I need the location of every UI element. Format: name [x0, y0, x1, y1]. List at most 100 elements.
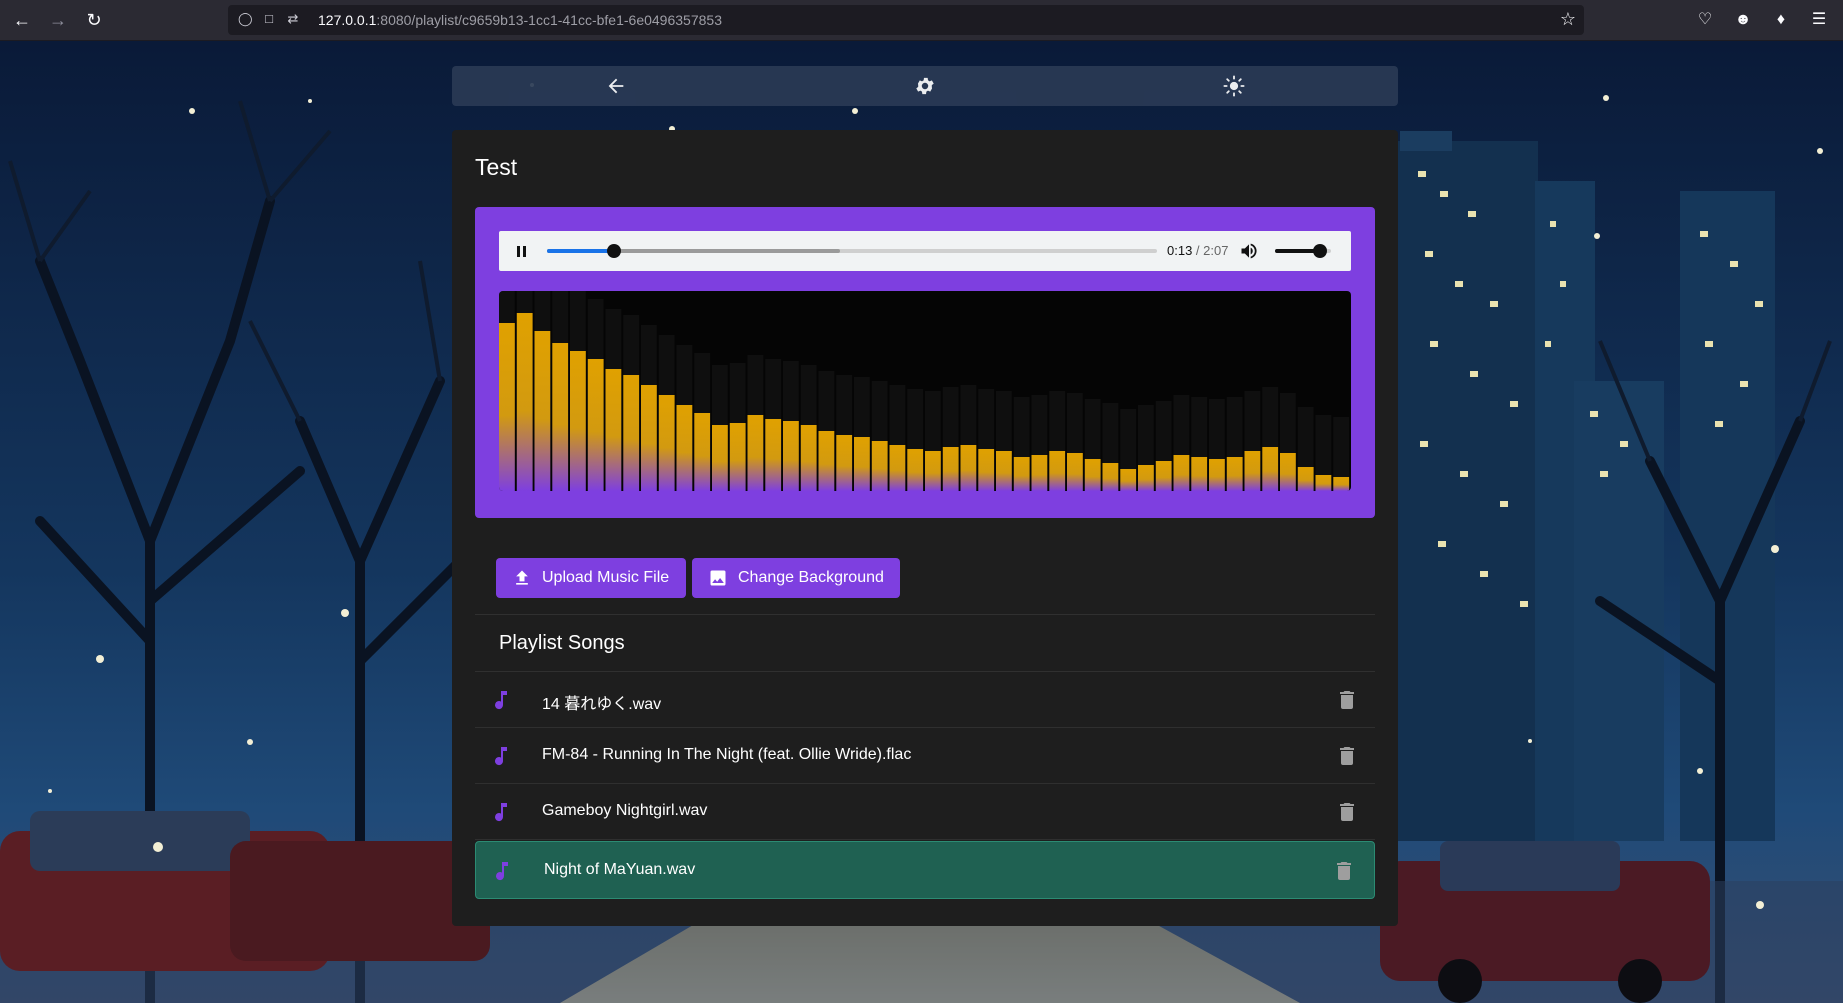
trash-icon[interactable]: [1335, 688, 1359, 712]
visualizer-bar: [587, 359, 604, 491]
visualizer-bar: [996, 451, 1012, 491]
menu-icon[interactable]: ☰: [1807, 8, 1831, 32]
upload-music-button[interactable]: Upload Music File: [496, 558, 686, 598]
back-arrow-icon[interactable]: [604, 74, 628, 98]
visualizer-bar: [907, 449, 924, 491]
visualizer-bar: [1297, 467, 1314, 491]
visualizer-bar: [1209, 459, 1225, 491]
visualizer-bar: [1191, 457, 1208, 491]
url-host: 127.0.0.1: [318, 12, 377, 28]
music-note-icon: [489, 800, 513, 824]
visualizer-bar: [854, 437, 870, 491]
url-text[interactable]: 127.0.0.1:8080/playlist/c9659b13-1cc1-41…: [318, 12, 722, 28]
song-row[interactable]: Gameboy Nightgirl.wav: [475, 784, 1375, 840]
visualizer-bar: [1280, 453, 1296, 491]
change-background-button[interactable]: Change Background: [692, 558, 900, 598]
divider: [475, 614, 1375, 615]
trash-icon[interactable]: [1335, 800, 1359, 824]
audio-visualizer: [499, 291, 1351, 491]
visualizer-bar: [694, 413, 711, 491]
visualizer-bar: [1013, 457, 1030, 491]
song-title[interactable]: Night of MaYuan.wav: [544, 861, 695, 879]
visualizer-bar: [1244, 451, 1261, 491]
visualizer-bar: [623, 375, 640, 491]
browser-reload-icon[interactable]: ↻: [80, 6, 108, 34]
time-separator: /: [1192, 243, 1204, 258]
app-top-nav: [452, 66, 1398, 106]
volume-thumb[interactable]: [1312, 244, 1327, 258]
visualizer-bar: [747, 415, 764, 491]
address-bar[interactable]: ◯ □ ⇄ 127.0.0.1:8080/playlist/c9659b13-1…: [228, 5, 1584, 35]
trash-icon[interactable]: [1335, 744, 1359, 768]
upload-music-label: Upload Music File: [542, 569, 670, 586]
audio-player: 0:13 / 2:07: [499, 231, 1351, 271]
visualizer-bar: [871, 441, 888, 491]
visualizer-bar: [800, 425, 817, 491]
pocket-icon[interactable]: ♡: [1693, 8, 1717, 32]
permissions-icon[interactable]: ⇄: [286, 12, 300, 26]
account-icon[interactable]: ☻: [1731, 8, 1755, 32]
volume-icon[interactable]: [1239, 241, 1259, 261]
visualizer-bar: [818, 431, 835, 491]
playlist-heading: Playlist Songs: [499, 632, 625, 654]
duration: 2:07: [1203, 243, 1229, 258]
music-note-icon: [489, 688, 513, 712]
visualizer-bar: [978, 449, 995, 491]
sun-icon[interactable]: [1222, 74, 1246, 98]
music-note-icon: [490, 859, 514, 883]
pause-button[interactable]: [511, 241, 531, 261]
player-panel: 0:13 / 2:07: [475, 207, 1375, 518]
visualizer-bar: [1262, 447, 1279, 491]
visualizer-bar: [712, 425, 728, 491]
change-background-label: Change Background: [738, 569, 884, 586]
browser-forward-icon[interactable]: →: [44, 6, 72, 34]
visualizer-bar: [658, 395, 675, 491]
visualizer-bar: [605, 369, 622, 491]
seek-bar[interactable]: [547, 244, 1157, 258]
visualizer-bar: [1138, 465, 1154, 491]
playlist-card: Test 0:13 / 2:07 Upload Music File Chang…: [452, 130, 1398, 926]
visualizer-bar: [1155, 461, 1172, 491]
volume-slider[interactable]: [1275, 244, 1331, 258]
song-title[interactable]: Gameboy Nightgirl.wav: [542, 802, 707, 820]
visualizer-bar: [729, 423, 746, 491]
song-title[interactable]: 14 暮れゆく.wav: [542, 690, 661, 714]
url-path: :8080/playlist/c9659b13-1cc1-41cc-bfe1-6…: [376, 12, 722, 28]
song-row-active[interactable]: Night of MaYuan.wav: [475, 841, 1375, 899]
current-time: 0:13: [1167, 243, 1193, 258]
visualizer-bar: [1120, 469, 1137, 491]
visualizer-bar: [534, 331, 551, 491]
visualizer-bar: [1084, 459, 1101, 491]
visualizer-bar: [1333, 477, 1350, 491]
upload-icon: [516, 570, 528, 585]
visualizer-bar: [925, 451, 941, 491]
bookmark-star-icon[interactable]: ☆: [1560, 9, 1576, 30]
visualizer-bar: [1226, 457, 1243, 491]
visualizer-bar: [516, 313, 533, 491]
time-display: 0:13 / 2:07: [1167, 243, 1228, 258]
song-title[interactable]: FM-84 - Running In The Night (feat. Olli…: [542, 746, 911, 764]
extensions-icon[interactable]: ♦: [1769, 8, 1793, 32]
visualizer-bar: [1102, 463, 1119, 491]
visualizer-bar: [765, 419, 782, 491]
music-note-icon: [489, 744, 513, 768]
visualizer-bar: [942, 447, 959, 491]
seek-thumb[interactable]: [607, 244, 622, 258]
shield-icon[interactable]: ◯: [238, 12, 253, 26]
visualizer-bar: [1031, 455, 1048, 491]
browser-back-icon[interactable]: ←: [8, 6, 36, 34]
song-row[interactable]: FM-84 - Running In The Night (feat. Olli…: [475, 728, 1375, 784]
visualizer-canvas: [499, 291, 1350, 491]
visualizer-bar: [641, 385, 657, 491]
visualizer-bar: [676, 405, 693, 491]
browser-toolbar: ← → ↻ ◯ □ ⇄ 127.0.0.1:8080/playlist/c965…: [0, 0, 1843, 41]
page-icon[interactable]: □: [262, 12, 276, 26]
visualizer-bar: [783, 421, 799, 491]
page-title: Test: [475, 154, 518, 180]
visualizer-bar: [552, 343, 569, 491]
song-row[interactable]: 14 暮れゆく.wav: [475, 672, 1375, 728]
gear-icon[interactable]: [913, 74, 937, 98]
visualizer-bar: [1049, 451, 1066, 491]
image-icon: [710, 570, 726, 586]
trash-icon[interactable]: [1332, 859, 1356, 883]
